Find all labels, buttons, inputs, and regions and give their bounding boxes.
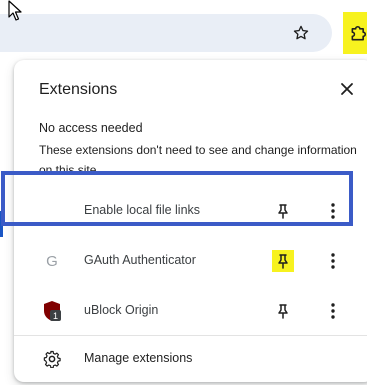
more-vert-icon [331,253,335,269]
browser-toolbar [0,0,367,55]
manage-extensions-label: Manage extensions [84,351,193,365]
pin-button[interactable] [272,200,294,222]
more-vert-icon [331,203,335,219]
page-accent-bar [0,211,3,237]
star-icon [293,25,309,40]
pin-button[interactable] [272,300,294,322]
ublock-shield-icon: 1 [41,300,63,322]
section-description: These extensions don't need to see and c… [39,143,357,177]
g-letter-icon: G [46,252,58,270]
extensions-button[interactable] [343,12,367,54]
address-bar[interactable] [0,14,332,52]
more-options-button[interactable] [326,300,340,322]
pin-icon [278,304,288,319]
puzzle-icon [351,25,367,41]
more-vert-icon [331,303,335,319]
pin-button[interactable] [272,250,294,272]
extension-name: uBlock Origin [84,303,159,317]
more-options-button[interactable] [326,200,340,222]
extension-row-gauth-authenticator[interactable]: G GAuth Authenticator [14,238,367,284]
extension-row-enable-local-file-links[interactable]: Enable local file links [14,188,367,234]
extension-name: GAuth Authenticator [84,253,196,267]
close-button[interactable] [336,78,358,100]
extensions-popup: Extensions No access needed These extens… [14,60,367,382]
manage-extensions-button[interactable]: Manage extensions [14,336,367,382]
extension-row-ublock-origin[interactable]: 1 uBlock Origin [14,288,367,334]
bookmark-star-button[interactable] [288,20,314,46]
blank-extension-icon [41,200,63,222]
gear-icon [41,348,63,370]
svg-text:1: 1 [53,311,58,321]
section-heading: No access needed [39,121,143,135]
popup-title: Extensions [39,81,118,98]
more-options-button[interactable] [326,250,340,272]
pin-icon [278,254,288,269]
mouse-cursor-icon [8,0,22,21]
close-icon [341,83,353,95]
extension-name: Enable local file links [84,203,201,217]
pin-icon [278,204,288,219]
